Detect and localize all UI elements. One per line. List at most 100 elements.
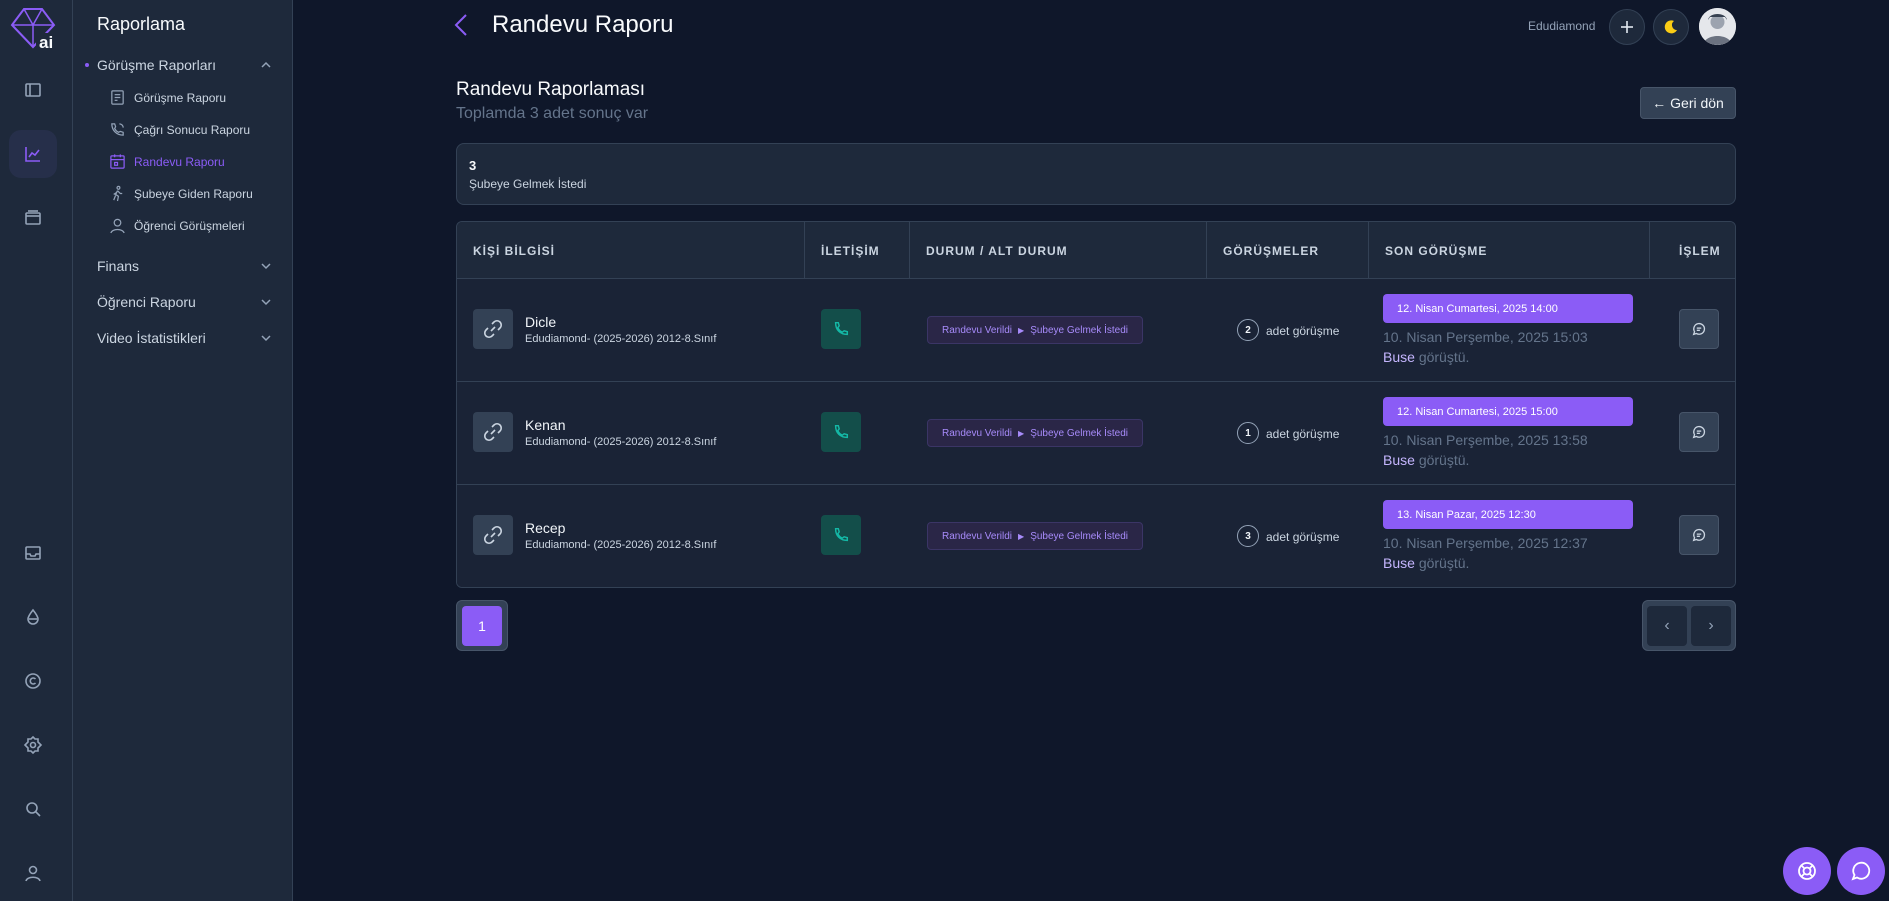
- profile-icon[interactable]: [9, 849, 57, 897]
- next-appointment-badge: 12. Nisan Cumartesi, 2025 14:00: [1383, 294, 1633, 323]
- last-meeting-date: 10. Nisan Perşembe, 2025 13:58: [1383, 432, 1588, 448]
- meeting-agent: Buse: [1383, 349, 1415, 365]
- person-description: Edudiamond- (2025-2026) 2012-8.Sınıf: [525, 333, 717, 345]
- chevron-right-icon: ▶: [1018, 531, 1025, 541]
- report-table: KİŞİ BİLGİSİ İLETİŞİM DURUM / ALT DURUM …: [456, 221, 1736, 588]
- menu-item-randevu-raporu[interactable]: Randevu Raporu: [109, 153, 225, 170]
- pagination-nav: ‹ ›: [1642, 600, 1736, 651]
- prev-page-button[interactable]: ‹: [1647, 605, 1687, 646]
- person-name: Dicle: [525, 314, 557, 330]
- next-appointment-badge: 12. Nisan Cumartesi, 2025 15:00: [1383, 397, 1633, 426]
- meeting-by: Buse görüştü.: [1383, 349, 1469, 365]
- archive-icon[interactable]: [9, 194, 57, 242]
- search-icon[interactable]: [9, 785, 57, 833]
- svg-text:ai: ai: [39, 33, 53, 50]
- back-button[interactable]: ← Geri dön: [1640, 87, 1736, 119]
- last-meeting-date: 10. Nisan Perşembe, 2025 12:37: [1383, 535, 1588, 551]
- chevron-up-icon: [261, 61, 271, 68]
- page-button-current[interactable]: 1: [462, 605, 502, 646]
- substatus-label: Şubeye Gelmek İstedi: [1030, 324, 1129, 336]
- support-button[interactable]: [1783, 847, 1831, 895]
- next-appointment-badge: 13. Nisan Pazar, 2025 12:30: [1383, 500, 1633, 529]
- active-group-dot: [85, 63, 89, 67]
- section-title: Randevu Raporlaması: [456, 79, 646, 100]
- copyright-icon[interactable]: [9, 657, 57, 705]
- icon-rail: ai: [0, 0, 73, 901]
- menu-group-video-istatistikleri[interactable]: Video İstatistikleri: [97, 330, 272, 346]
- meeting-count: 1: [1237, 422, 1259, 444]
- status-label: Randevu Verildi: [941, 530, 1013, 542]
- message-button[interactable]: [1679, 412, 1719, 452]
- avatar[interactable]: [1699, 8, 1736, 45]
- settings-gear-icon[interactable]: [9, 721, 57, 769]
- link-icon[interactable]: [473, 412, 513, 452]
- stat-card: 3 Şubeye Gelmek İstedi: [456, 143, 1736, 205]
- message-icon: [1692, 425, 1706, 439]
- meeting-count-label: adet görüşme: [1266, 427, 1340, 441]
- menu-item-ogrenci-gorusmeleri[interactable]: Öğrenci Görüşmeleri: [109, 217, 245, 234]
- menu-group-ogrenci-raporu[interactable]: Öğrenci Raporu: [97, 294, 272, 310]
- status-badge: Randevu Verildi ▶ Şubeye Gelmek İstedi: [927, 419, 1143, 447]
- calendar-icon: [110, 154, 125, 169]
- meeting-agent: Buse: [1383, 452, 1415, 468]
- chat-button[interactable]: [1837, 847, 1885, 895]
- link-icon[interactable]: [473, 515, 513, 555]
- phone-icon[interactable]: [821, 515, 861, 555]
- table-row: Dicle Edudiamond- (2025-2026) 2012-8.Sın…: [457, 279, 1735, 382]
- table-header: KİŞİ BİLGİSİ İLETİŞİM DURUM / ALT DURUM …: [457, 222, 1735, 279]
- section-subtitle: Toplamda 3 adet sonuç var: [456, 105, 649, 122]
- menu-group-label: Finans: [97, 258, 140, 274]
- lifebuoy-icon: [1798, 862, 1816, 880]
- pagination-pages: 1: [456, 600, 508, 651]
- brand-logo-icon[interactable]: ai: [8, 5, 58, 52]
- menu-group-finans[interactable]: Finans: [97, 258, 272, 274]
- meeting-count-label: adet görüşme: [1266, 324, 1340, 338]
- person-name: Kenan: [525, 417, 566, 433]
- message-icon: [1692, 322, 1706, 336]
- sidebar-toggle-icon[interactable]: [9, 66, 57, 114]
- menu-item-subeye-giden-raporu[interactable]: Şubeye Giden Raporu: [109, 185, 253, 202]
- column-header: SON GÖRÜŞME: [1369, 222, 1650, 279]
- menu-item-cagri-sonucu-raporu[interactable]: Çağrı Sonucu Raporu: [109, 121, 250, 138]
- menu-group-gorusme-raporlari[interactable]: Görüşme Raporları: [85, 57, 272, 73]
- meeting-by-suffix: görüştü.: [1418, 555, 1470, 571]
- drop-icon[interactable]: [9, 593, 57, 641]
- table-row: Kenan Edudiamond- (2025-2026) 2012-8.Sın…: [457, 382, 1735, 485]
- meeting-count-label: adet görüşme: [1266, 530, 1340, 544]
- message-icon: [1692, 528, 1706, 542]
- substatus-label: Şubeye Gelmek İstedi: [1030, 427, 1129, 439]
- last-meeting-date: 10. Nisan Perşembe, 2025 15:03: [1383, 329, 1588, 345]
- back-chevron-icon[interactable]: [452, 12, 470, 38]
- message-button[interactable]: [1679, 309, 1719, 349]
- user-name: Edudiamond: [1528, 19, 1596, 33]
- reports-chart-icon[interactable]: [9, 130, 57, 178]
- message-button[interactable]: [1679, 515, 1719, 555]
- person-name: Recep: [525, 520, 566, 536]
- status-badge: Randevu Verildi ▶ Şubeye Gelmek İstedi: [927, 316, 1143, 344]
- page-title: Randevu Raporu: [492, 11, 674, 38]
- status-label: Randevu Verildi: [941, 427, 1013, 439]
- phone-icon[interactable]: [821, 412, 861, 452]
- person-description: Edudiamond- (2025-2026) 2012-8.Sınıf: [525, 436, 717, 448]
- document-icon: [111, 90, 124, 105]
- chevron-down-icon: [261, 299, 271, 306]
- chevron-down-icon: [261, 263, 271, 270]
- substatus-label: Şubeye Gelmek İstedi: [1030, 530, 1129, 542]
- phone-icon[interactable]: [821, 309, 861, 349]
- meeting-by-suffix: görüştü.: [1418, 349, 1470, 365]
- next-page-button[interactable]: ›: [1691, 605, 1731, 646]
- menu-title: Raporlama: [97, 14, 186, 34]
- stat-value: 3: [469, 158, 477, 173]
- column-header: İŞLEM: [1679, 243, 1721, 258]
- phone-call-icon: [111, 123, 124, 136]
- meeting-count: 3: [1237, 525, 1259, 547]
- add-button[interactable]: [1609, 9, 1645, 45]
- theme-toggle-button[interactable]: [1653, 9, 1689, 45]
- link-icon[interactable]: [473, 309, 513, 349]
- column-header: KİŞİ BİLGİSİ: [457, 222, 805, 279]
- stat-label: Şubeye Gelmek İstedi: [469, 177, 587, 191]
- menu-item-gorusme-raporu[interactable]: Görüşme Raporu: [109, 89, 226, 106]
- status-label: Randevu Verildi: [941, 324, 1013, 336]
- main-content: Randevu Raporu Edudiamond Randevu Raporl…: [293, 0, 1889, 901]
- inbox-icon[interactable]: [9, 529, 57, 577]
